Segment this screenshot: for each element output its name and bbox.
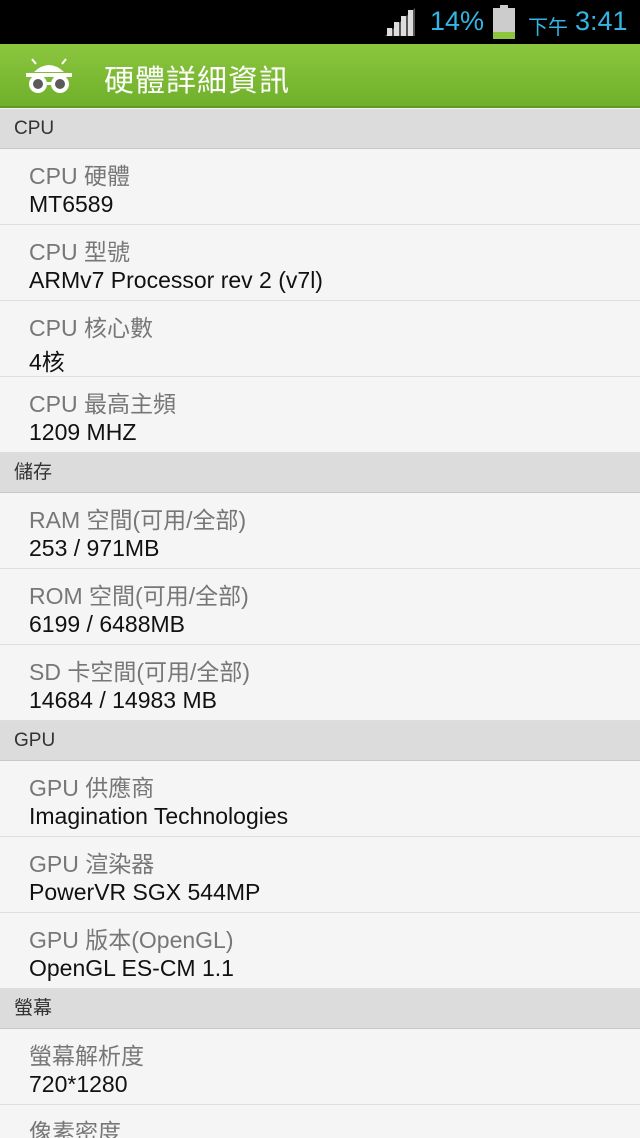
item-label: GPU 供應商 — [29, 775, 155, 801]
item-label: 螢幕解析度 — [29, 1043, 144, 1069]
item-value: 4核 — [29, 349, 65, 375]
glasses-robot-icon[interactable] — [24, 58, 74, 94]
item-label: CPU 硬體 — [29, 163, 130, 189]
time-period: 下午 — [528, 15, 568, 39]
item-label: GPU 版本(OpenGL) — [29, 927, 234, 953]
item-label: RAM 空間(可用/全部) — [29, 507, 247, 533]
list-item-cpu-max-freq[interactable]: CPU 最高主頻 1209 MHZ — [0, 377, 640, 453]
list-item-pixel-density[interactable]: 像素密度 — [0, 1105, 640, 1138]
battery-percent: 14% — [430, 6, 485, 36]
list-item-cpu-hardware[interactable]: CPU 硬體 MT6589 — [0, 149, 640, 225]
list-item-screen-resolution[interactable]: 螢幕解析度 720*1280 — [0, 1029, 640, 1105]
item-label: CPU 最高主頻 — [29, 391, 176, 417]
list-item-ram[interactable]: RAM 空間(可用/全部) 253 / 971MB — [0, 493, 640, 569]
item-label: 像素密度 — [29, 1119, 121, 1138]
item-value: MT6589 — [29, 191, 114, 217]
item-label: ROM 空間(可用/全部) — [29, 583, 249, 609]
action-bar: 硬體詳細資訊 — [0, 44, 640, 108]
list-item-gpu-vendor[interactable]: GPU 供應商 Imagination Technologies — [0, 761, 640, 837]
list-item-cpu-model[interactable]: CPU 型號 ARMv7 Processor rev 2 (v7l) — [0, 225, 640, 301]
list-item-gpu-renderer[interactable]: GPU 渲染器 PowerVR SGX 544MP — [0, 837, 640, 913]
list-item-gpu-version[interactable]: GPU 版本(OpenGL) OpenGL ES-CM 1.1 — [0, 913, 640, 989]
item-value: Imagination Technologies — [29, 803, 289, 829]
page-title: 硬體詳細資訊 — [104, 64, 290, 99]
item-value: 253 / 971MB — [29, 535, 160, 561]
item-value: ARMv7 Processor rev 2 (v7l) — [29, 267, 323, 293]
battery-icon — [493, 5, 515, 39]
list-item-sd-card[interactable]: SD 卡空間(可用/全部) 14684 / 14983 MB — [0, 645, 640, 721]
list-item-rom[interactable]: ROM 空間(可用/全部) 6199 / 6488MB — [0, 569, 640, 645]
signal-icon — [385, 8, 415, 36]
hardware-info-list[interactable]: CPU CPU 硬體 MT6589 CPU 型號 ARMv7 Processor… — [0, 109, 640, 1138]
item-value: 6199 / 6488MB — [29, 611, 186, 637]
item-label: SD 卡空間(可用/全部) — [29, 659, 251, 685]
section-header-gpu: GPU — [0, 721, 640, 761]
item-label: GPU 渲染器 — [29, 851, 155, 877]
item-value: PowerVR SGX 544MP — [29, 879, 261, 905]
item-value: 1209 MHZ — [29, 419, 137, 445]
item-value: OpenGL ES-CM 1.1 — [29, 955, 234, 981]
item-value: 14684 / 14983 MB — [29, 687, 217, 713]
section-header-screen: 螢幕 — [0, 989, 640, 1029]
list-item-cpu-cores[interactable]: CPU 核心數 4核 — [0, 301, 640, 377]
item-label: CPU 核心數 — [29, 315, 153, 341]
section-header-cpu: CPU — [0, 109, 640, 149]
item-value: 720*1280 — [29, 1071, 128, 1097]
item-label: CPU 型號 — [29, 239, 130, 265]
clock-time: 3:41 — [575, 6, 628, 36]
section-header-storage: 儲存 — [0, 453, 640, 493]
status-bar: 14% 下午 3:41 — [0, 0, 640, 44]
